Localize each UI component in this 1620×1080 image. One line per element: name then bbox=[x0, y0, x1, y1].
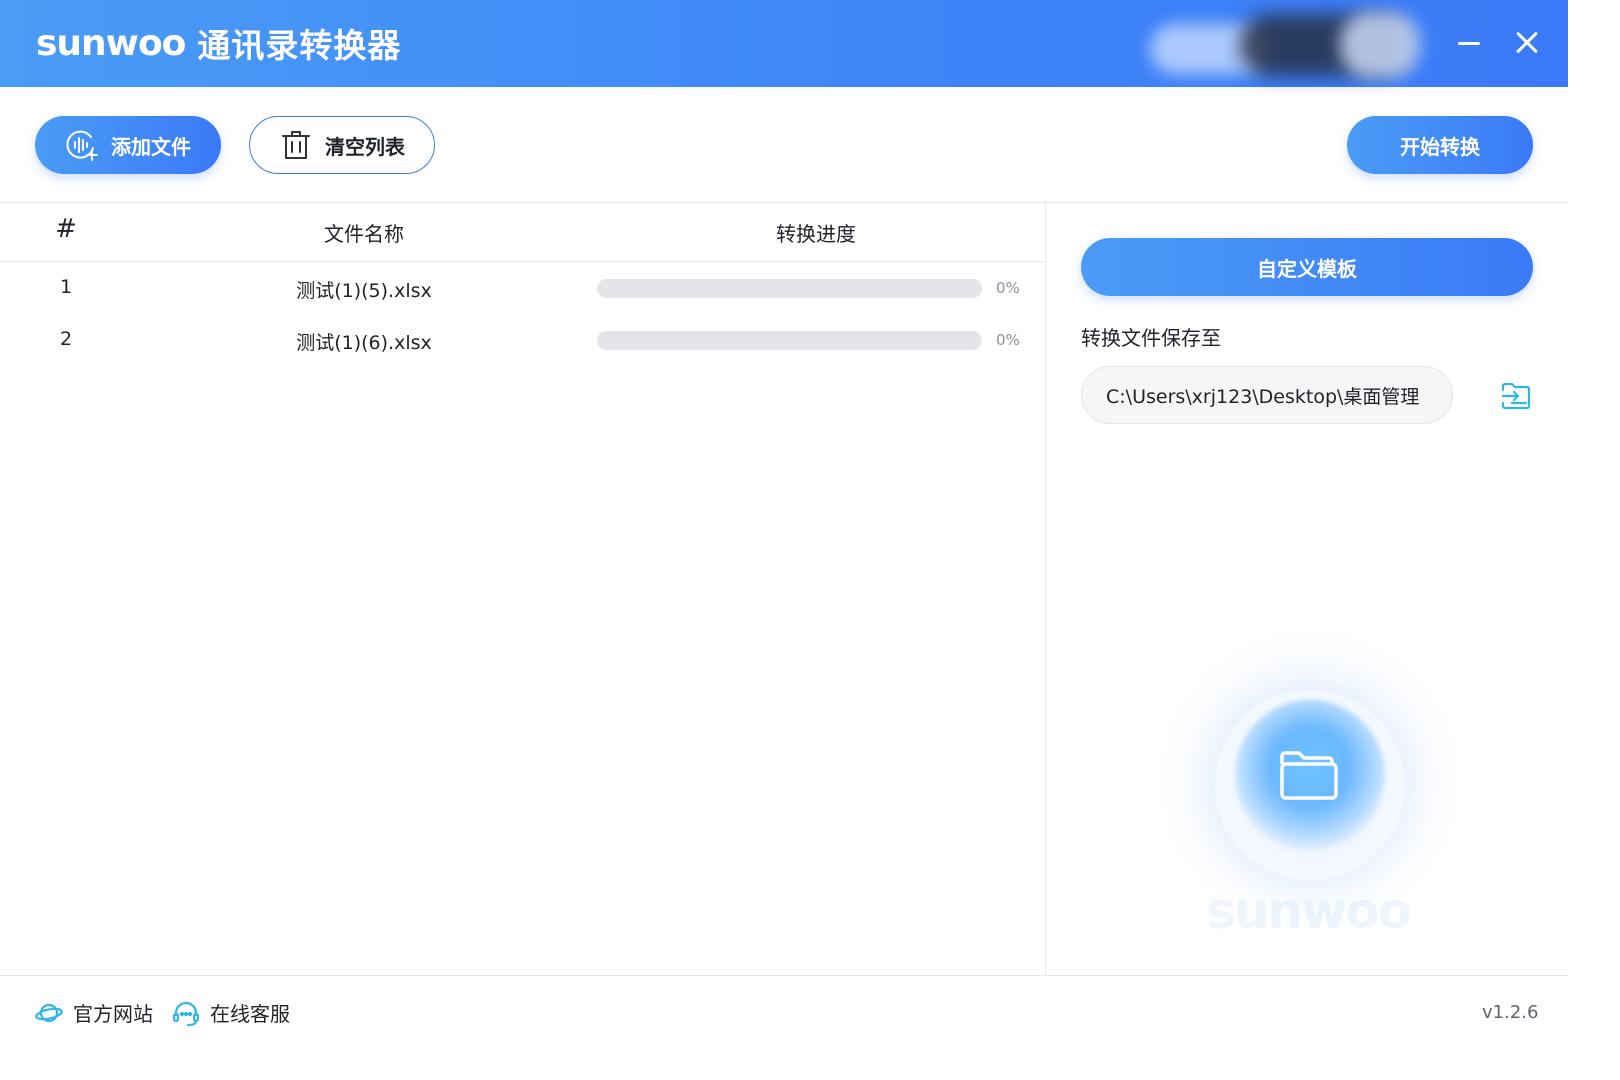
clear-list-label: 清空列表 bbox=[325, 134, 405, 159]
progress-percent: 0% bbox=[996, 279, 1020, 297]
online-service-label: 在线客服 bbox=[210, 1002, 290, 1026]
user-avatar-blurred[interactable] bbox=[1140, 6, 1430, 80]
clear-list-button[interactable]: 清空列表 bbox=[249, 116, 435, 174]
brand-watermark: sunwoo bbox=[1206, 882, 1412, 940]
row-index: 2 bbox=[59, 328, 73, 350]
minimize-button[interactable] bbox=[1455, 28, 1485, 58]
version-label: v1.2.6 bbox=[1482, 1002, 1539, 1023]
progress-percent: 0% bbox=[996, 331, 1020, 349]
save-path-value: C:\Users\xrj123\Desktop\桌面管理 bbox=[1106, 385, 1420, 408]
title-bar: sunwoo 通讯录转换器 bbox=[0, 0, 1568, 87]
save-to-label: 转换文件保存至 bbox=[1081, 326, 1221, 350]
official-site-link[interactable]: 官方网站 bbox=[35, 998, 153, 1027]
toolbar-divider bbox=[0, 202, 1568, 203]
brand-logo-text: sunwoo bbox=[36, 22, 186, 64]
column-header-filename: 文件名称 bbox=[324, 222, 404, 246]
add-file-label: 添加文件 bbox=[111, 134, 191, 159]
app-title: sunwoo 通讯录转换器 bbox=[36, 20, 401, 66]
save-path-field[interactable]: C:\Users\xrj123\Desktop\桌面管理 bbox=[1081, 366, 1453, 424]
planet-icon bbox=[35, 1003, 63, 1022]
table-row[interactable]: 1 测试(1)(5).xlsx 0% bbox=[0, 262, 1045, 314]
add-file-button[interactable]: 添加文件 bbox=[35, 116, 221, 174]
row-filename: 测试(1)(5).xlsx bbox=[296, 280, 432, 302]
custom-template-button[interactable]: 自定义模板 bbox=[1081, 238, 1533, 296]
folder-icon bbox=[1280, 751, 1338, 800]
column-header-index: # bbox=[55, 214, 77, 244]
online-service-link[interactable]: 在线客服 bbox=[172, 998, 290, 1027]
row-filename: 测试(1)(6).xlsx bbox=[296, 332, 432, 354]
progress-bar bbox=[597, 331, 982, 350]
headset-icon bbox=[172, 1001, 200, 1026]
trash-icon bbox=[282, 131, 310, 159]
custom-template-label: 自定义模板 bbox=[1257, 256, 1357, 281]
close-button[interactable] bbox=[1512, 28, 1542, 58]
start-convert-button[interactable]: 开始转换 bbox=[1347, 116, 1533, 174]
progress-bar bbox=[597, 279, 982, 298]
folder-switch-icon[interactable] bbox=[1500, 380, 1532, 412]
official-site-label: 官方网站 bbox=[73, 1002, 153, 1026]
start-convert-label: 开始转换 bbox=[1400, 134, 1480, 159]
column-header-progress: 转换进度 bbox=[776, 222, 856, 246]
table-row[interactable]: 2 测试(1)(6).xlsx 0% bbox=[0, 314, 1045, 366]
waveform-add-icon bbox=[66, 130, 98, 161]
row-index: 1 bbox=[59, 276, 73, 298]
app-name: 通讯录转换器 bbox=[197, 26, 402, 65]
panel-divider bbox=[1045, 202, 1046, 975]
footer-divider bbox=[0, 975, 1568, 976]
